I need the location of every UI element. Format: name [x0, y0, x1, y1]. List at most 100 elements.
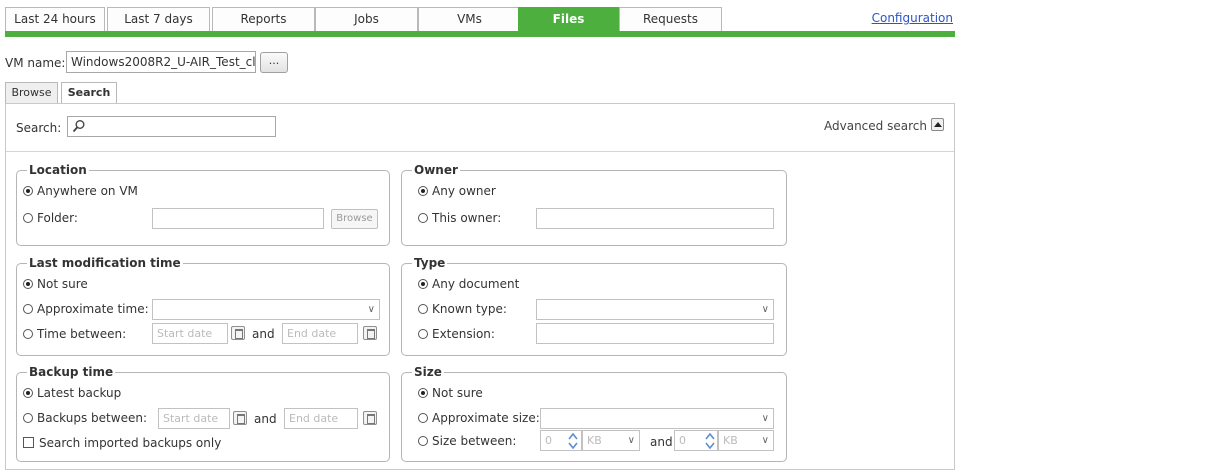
modtime-not-sure-option[interactable]: Not sure [23, 277, 88, 291]
type-group: Type Any document Known type: ∨ Extensio… [401, 256, 787, 356]
subtab-search[interactable]: Search [61, 82, 117, 104]
chevron-down-icon: ∨ [761, 413, 769, 424]
size-approx-label: Approximate size: [432, 411, 540, 425]
calendar-icon[interactable] [363, 411, 377, 425]
search-input[interactable] [67, 116, 276, 137]
modtime-approx-label: Approximate time: [37, 302, 149, 316]
size-min-unit-value: KB [587, 434, 602, 447]
type-known-label: Known type: [432, 302, 507, 316]
search-icon [72, 120, 85, 133]
owner-any-option[interactable]: Any owner [418, 184, 496, 198]
size-and-label: and [650, 435, 673, 449]
backup-time-group: Backup time Latest backup Backups betwee… [16, 365, 390, 462]
location-anywhere-label: Anywhere on VM [37, 184, 138, 198]
size-not-sure-radio[interactable] [418, 388, 428, 398]
chevron-down-icon: ∨ [627, 435, 635, 446]
spinner-icon[interactable] [704, 432, 716, 450]
modtime-between-option[interactable]: Time between: [23, 327, 126, 341]
folder-browse-button[interactable]: Browse [331, 209, 378, 229]
backup-between-label: Backups between: [37, 411, 147, 425]
size-between-option[interactable]: Size between: [418, 434, 516, 448]
chevron-down-icon: ∨ [367, 304, 375, 315]
type-extension-input[interactable] [536, 323, 774, 344]
modtime-start-date[interactable]: Start date [152, 323, 228, 344]
size-approx-option[interactable]: Approximate size: [418, 411, 540, 425]
modtime-end-date[interactable]: End date [282, 323, 358, 344]
owner-any-radio[interactable] [418, 186, 428, 196]
folder-input[interactable] [152, 208, 324, 229]
modtime-between-radio[interactable] [23, 329, 33, 339]
type-extension-label: Extension: [432, 327, 495, 341]
modification-time-legend: Last modification time [27, 256, 183, 270]
size-between-radio[interactable] [418, 436, 428, 446]
search-label: Search: [16, 121, 62, 135]
owner-this-radio[interactable] [418, 213, 428, 223]
type-known-select[interactable]: ∨ [536, 299, 774, 320]
type-extension-option[interactable]: Extension: [418, 327, 495, 341]
tab-files[interactable]: Files [518, 7, 619, 31]
location-legend: Location [27, 163, 89, 177]
imported-only-checkbox[interactable] [23, 437, 34, 448]
main-nav: Last 24 hours Last 7 days Reports Jobs V… [5, 7, 955, 31]
backup-time-legend: Backup time [27, 365, 116, 379]
owner-group: Owner Any owner This owner: [401, 163, 787, 246]
owner-input[interactable] [536, 208, 774, 229]
calendar-icon[interactable] [231, 326, 245, 340]
type-any-option[interactable]: Any document [418, 277, 519, 291]
size-min-unit-select[interactable]: KB ∨ [582, 430, 640, 451]
calendar-icon[interactable] [363, 326, 377, 340]
location-folder-label: Folder: [37, 211, 78, 225]
vm-name-field[interactable]: Windows2008R2_U-AIR_Test_clon [66, 51, 256, 73]
calendar-icon[interactable] [233, 411, 247, 425]
size-approx-radio[interactable] [418, 413, 428, 423]
chevron-down-icon: ∨ [761, 435, 769, 446]
size-max-unit-select[interactable]: KB ∨ [718, 430, 774, 451]
location-anywhere-radio[interactable] [23, 186, 33, 196]
configuration-link[interactable]: Configuration [872, 11, 953, 25]
owner-this-option[interactable]: This owner: [418, 211, 501, 225]
spinner-icon[interactable] [567, 432, 579, 450]
modtime-approx-option[interactable]: Approximate time: [23, 302, 149, 316]
size-not-sure-option[interactable]: Not sure [418, 386, 483, 400]
tab-requests[interactable]: Requests [619, 7, 722, 31]
location-anywhere-option[interactable]: Anywhere on VM [23, 184, 138, 198]
tab-vms[interactable]: VMs [418, 7, 521, 31]
backup-latest-option[interactable]: Latest backup [23, 386, 121, 400]
type-any-radio[interactable] [418, 279, 428, 289]
modtime-not-sure-label: Not sure [37, 277, 88, 291]
subtab-browse[interactable]: Browse [5, 82, 58, 103]
owner-this-label: This owner: [432, 211, 502, 225]
size-approx-select[interactable]: ∨ [540, 408, 774, 429]
backup-end-date[interactable]: End date [284, 408, 358, 429]
modtime-between-label: Time between: [37, 327, 127, 341]
search-panel: Search: Advanced search Location Anywher… [5, 103, 955, 470]
backup-start-date[interactable]: Start date [158, 408, 230, 429]
type-known-option[interactable]: Known type: [418, 302, 507, 316]
vm-browse-button[interactable]: ... [260, 52, 288, 73]
search-bar: Search: Advanced search [6, 104, 954, 152]
backup-latest-radio[interactable] [23, 388, 33, 398]
modtime-approx-select[interactable]: ∨ [152, 299, 380, 320]
modification-time-group: Last modification time Not sure Approxim… [16, 256, 390, 356]
size-not-sure-label: Not sure [432, 386, 483, 400]
imported-only-option[interactable]: Search imported backups only [23, 436, 221, 450]
chevron-down-icon: ∨ [761, 304, 769, 315]
type-legend: Type [412, 256, 448, 270]
backup-between-option[interactable]: Backups between: [23, 411, 147, 425]
modtime-approx-radio[interactable] [23, 304, 33, 314]
collapse-advanced-icon[interactable] [931, 118, 944, 131]
tab-last-7-days[interactable]: Last 7 days [107, 7, 210, 31]
type-extension-radio[interactable] [418, 329, 428, 339]
size-group: Size Not sure Approximate size: ∨ Size b… [401, 365, 787, 462]
location-folder-option[interactable]: Folder: [23, 211, 78, 225]
modtime-not-sure-radio[interactable] [23, 279, 33, 289]
tab-reports[interactable]: Reports [212, 7, 315, 31]
tab-jobs[interactable]: Jobs [315, 7, 418, 31]
location-folder-radio[interactable] [23, 213, 33, 223]
tab-last-24-hours[interactable]: Last 24 hours [5, 7, 105, 31]
backup-between-radio[interactable] [23, 413, 33, 423]
advanced-search-label[interactable]: Advanced search [824, 119, 927, 133]
owner-any-label: Any owner [432, 184, 496, 198]
size-legend: Size [412, 365, 444, 379]
type-known-radio[interactable] [418, 304, 428, 314]
